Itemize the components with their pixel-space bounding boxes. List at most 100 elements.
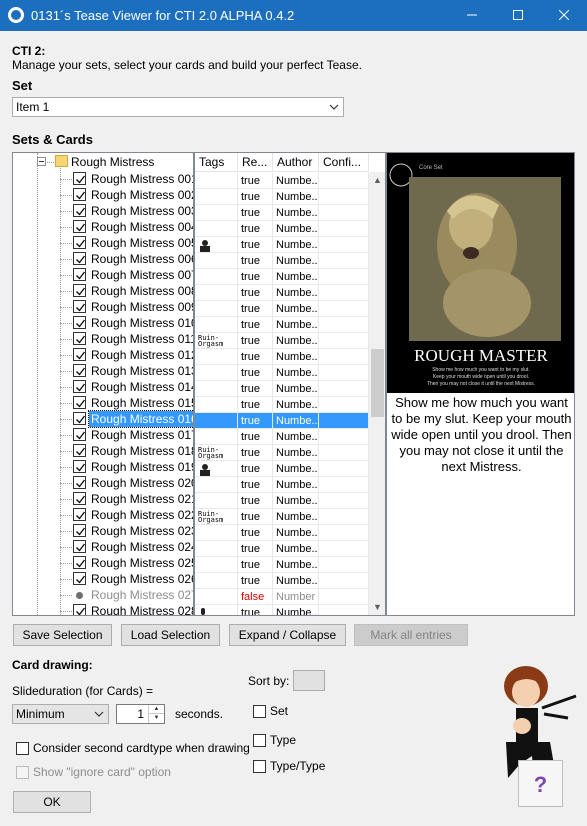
table-row[interactable]: true Numbe... [195, 189, 369, 205]
repeat-cell[interactable]: true [238, 285, 273, 301]
config-cell[interactable] [319, 381, 369, 397]
repeat-cell[interactable]: true [238, 557, 273, 573]
repeat-cell[interactable]: true [238, 221, 273, 237]
sort-type-label[interactable]: Type [270, 733, 296, 747]
tree-item-checkbox[interactable] [73, 476, 86, 489]
repeat-cell[interactable]: true [238, 413, 273, 429]
tree-item-checkbox[interactable] [73, 540, 86, 553]
tree-item[interactable]: Rough Mistress 017 [13, 427, 193, 443]
repeat-cell[interactable]: true [238, 365, 273, 381]
tree-item[interactable]: Rough Mistress 021 [13, 491, 193, 507]
config-cell[interactable] [319, 333, 369, 349]
set-select[interactable]: Item 1 [12, 97, 344, 117]
author-cell[interactable]: Numbe... [273, 429, 319, 445]
repeat-cell[interactable]: true [238, 493, 273, 509]
repeat-cell[interactable]: true [238, 381, 273, 397]
tree-item[interactable]: Rough Mistress 014 [13, 379, 193, 395]
tree-item-checkbox[interactable] [73, 508, 86, 521]
author-cell[interactable]: Numbe... [273, 477, 319, 493]
mode-select[interactable]: Minimum [12, 704, 109, 724]
ok-button[interactable]: OK [13, 791, 91, 813]
table-row[interactable]: true Numbe... [195, 205, 369, 221]
sort-type-checkbox[interactable] [253, 734, 266, 747]
tree-item[interactable]: Rough Mistress 009 [13, 299, 193, 315]
tree-item-checkbox[interactable] [73, 284, 86, 297]
tree-item-checkbox[interactable] [73, 444, 86, 457]
expand-collapse-button[interactable]: Expand / Collapse [229, 624, 346, 646]
repeat-cell[interactable]: true [238, 333, 273, 349]
table-row[interactable]: true Numbe... [195, 493, 369, 509]
config-cell[interactable] [319, 477, 369, 493]
tree-item[interactable]: Rough Mistress 007 [13, 267, 193, 283]
tree-item-checkbox[interactable] [73, 604, 86, 615]
author-cell[interactable]: Numbe... [273, 605, 319, 615]
author-cell[interactable]: Numbe... [273, 205, 319, 221]
repeat-cell[interactable]: true [238, 237, 273, 253]
tree-item-checkbox[interactable] [73, 236, 86, 249]
author-cell[interactable]: Numbe... [273, 573, 319, 589]
author-cell[interactable]: Numbe... [273, 189, 319, 205]
repeat-cell[interactable]: true [238, 253, 273, 269]
tree-item[interactable]: Rough Mistress 023 [13, 523, 193, 539]
config-cell[interactable] [319, 349, 369, 365]
repeat-cell[interactable]: true [238, 541, 273, 557]
config-cell[interactable] [319, 205, 369, 221]
author-cell[interactable]: Numbe... [273, 253, 319, 269]
table-row[interactable]: true Numbe... [195, 349, 369, 365]
author-cell[interactable]: Numbe... [273, 461, 319, 477]
tree-item-checkbox[interactable] [73, 172, 86, 185]
spin-down-icon[interactable]: ▼ [148, 714, 164, 723]
minimize-button[interactable] [449, 0, 495, 31]
repeat-cell[interactable]: true [238, 573, 273, 589]
repeat-cell[interactable]: true [238, 301, 273, 317]
repeat-cell[interactable]: true [238, 509, 273, 525]
author-cell[interactable]: Numbe... [273, 333, 319, 349]
table-row[interactable]: true Numbe... [195, 221, 369, 237]
tree-item[interactable]: Rough Mistress 025 [13, 555, 193, 571]
tree-item-checkbox[interactable] [73, 524, 86, 537]
author-cell[interactable]: Numbe... [273, 301, 319, 317]
author-cell[interactable]: Numbe... [273, 365, 319, 381]
repeat-cell[interactable]: true [238, 397, 273, 413]
tree-item[interactable]: Rough Mistress 003 [13, 203, 193, 219]
tree-item[interactable]: Rough Mistress 012 [13, 347, 193, 363]
repeat-cell[interactable]: true [238, 445, 273, 461]
tree-item-checkbox[interactable] [73, 492, 86, 505]
tree-item[interactable]: Rough Mistress 005 [13, 235, 193, 251]
spin-up-icon[interactable]: ▲ [148, 705, 164, 714]
tree-item[interactable]: Rough Mistress 024 [13, 539, 193, 555]
author-cell[interactable]: Numbe... [273, 493, 319, 509]
sort-typetype-checkbox[interactable] [253, 760, 266, 773]
tree-item-checkbox[interactable] [73, 220, 86, 233]
scroll-down-icon[interactable]: ▼ [369, 599, 385, 615]
tree-item-checkbox[interactable] [73, 364, 86, 377]
author-cell[interactable]: Numbe... [273, 317, 319, 333]
sort-set-label[interactable]: Set [270, 704, 288, 718]
tree-item-checkbox[interactable] [73, 300, 86, 313]
author-cell[interactable]: Numbe... [273, 413, 319, 429]
table-row[interactable]: true Numbe... [195, 397, 369, 413]
config-cell[interactable] [319, 253, 369, 269]
config-cell[interactable] [319, 189, 369, 205]
tree-item[interactable]: Rough Mistress 015 [13, 395, 193, 411]
tree-item[interactable]: Rough Mistress 004 [13, 219, 193, 235]
tree-item[interactable]: Rough Mistress 019 [13, 459, 193, 475]
repeat-cell[interactable]: true [238, 525, 273, 541]
repeat-cell[interactable]: true [238, 477, 273, 493]
tree-item-checkbox[interactable] [73, 188, 86, 201]
tree-item-checkbox[interactable] [73, 252, 86, 265]
author-cell[interactable]: Numbe... [273, 525, 319, 541]
table-row[interactable]: true Numbe... [195, 173, 369, 189]
config-cell[interactable] [319, 301, 369, 317]
grid-scrollbar[interactable]: ▲ ▼ [369, 172, 385, 615]
config-cell[interactable] [319, 573, 369, 589]
tree-item-checkbox[interactable] [73, 460, 86, 473]
config-cell[interactable] [319, 589, 369, 605]
table-row[interactable]: true Numbe... [195, 557, 369, 573]
table-row[interactable]: true Numbe... [195, 429, 369, 445]
tree-item-checkbox[interactable] [73, 396, 86, 409]
tree-item[interactable]: Rough Mistress 020 [13, 475, 193, 491]
help-button[interactable]: ? [518, 760, 563, 807]
config-cell[interactable] [319, 397, 369, 413]
scroll-up-icon[interactable]: ▲ [369, 172, 385, 189]
